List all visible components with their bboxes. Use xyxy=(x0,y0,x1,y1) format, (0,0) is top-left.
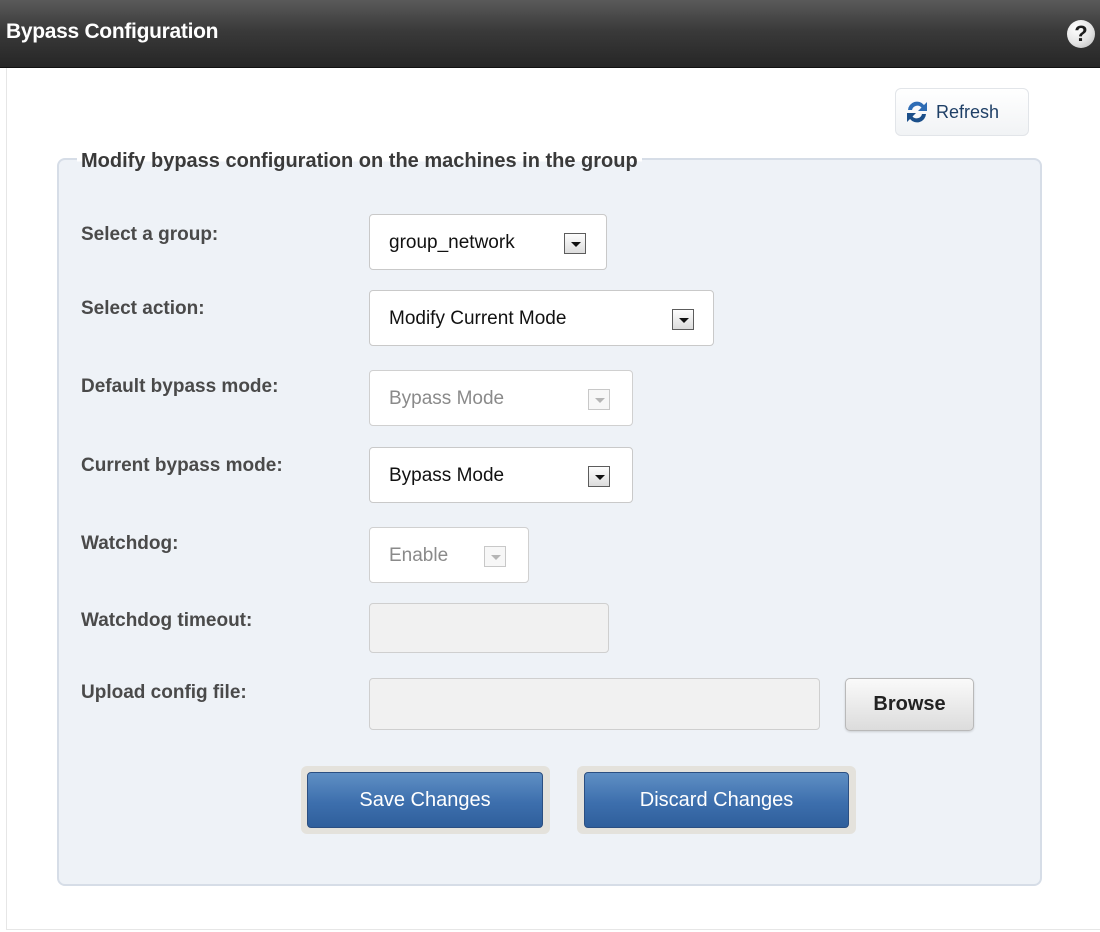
current-bypass-mode-label: Current bypass mode: xyxy=(81,455,283,476)
window-title: Bypass Configuration xyxy=(6,20,219,43)
watchdog-timeout-input xyxy=(369,603,609,653)
default-bypass-mode-value: Bypass Mode xyxy=(389,388,505,409)
watchdog-value: Enable xyxy=(389,545,449,566)
bypass-configuration-panel: Bypass Configuration ? Refresh Modify by… xyxy=(0,0,1100,932)
watchdog-timeout-label: Watchdog timeout: xyxy=(81,610,253,631)
action-select[interactable]: Modify Current Mode xyxy=(369,290,714,346)
select-group-label: Select a group: xyxy=(81,224,219,245)
fieldset-legend: Modify bypass configuration on the machi… xyxy=(77,150,642,173)
save-changes-button[interactable]: Save Changes xyxy=(307,772,543,828)
help-icon[interactable]: ? xyxy=(1067,20,1095,48)
refresh-icon xyxy=(902,97,932,127)
upload-config-file-label: Upload config file: xyxy=(81,682,247,703)
chevron-down-icon xyxy=(588,389,610,410)
default-bypass-mode-select: Bypass Mode xyxy=(369,370,633,426)
chevron-down-icon xyxy=(564,233,586,254)
refresh-label: Refresh xyxy=(936,101,1000,122)
chevron-down-icon xyxy=(484,546,506,567)
discard-changes-button[interactable]: Discard Changes xyxy=(584,772,849,828)
action-select-value: Modify Current Mode xyxy=(389,308,567,329)
default-bypass-mode-label: Default bypass mode: xyxy=(81,376,279,397)
config-file-path-input xyxy=(369,678,820,730)
group-select[interactable]: group_network xyxy=(369,214,607,270)
current-bypass-mode-select[interactable]: Bypass Mode xyxy=(369,447,633,503)
title-bar: Bypass Configuration ? xyxy=(0,0,1100,68)
watchdog-label: Watchdog: xyxy=(81,533,179,554)
current-bypass-mode-value: Bypass Mode xyxy=(389,465,505,486)
refresh-button[interactable]: Refresh xyxy=(895,88,1029,136)
watchdog-select: Enable xyxy=(369,527,529,583)
chevron-down-icon xyxy=(588,466,610,487)
group-select-value: group_network xyxy=(389,232,515,253)
chevron-down-icon xyxy=(672,309,694,330)
browse-button[interactable]: Browse xyxy=(845,678,974,731)
select-action-label: Select action: xyxy=(81,298,205,319)
